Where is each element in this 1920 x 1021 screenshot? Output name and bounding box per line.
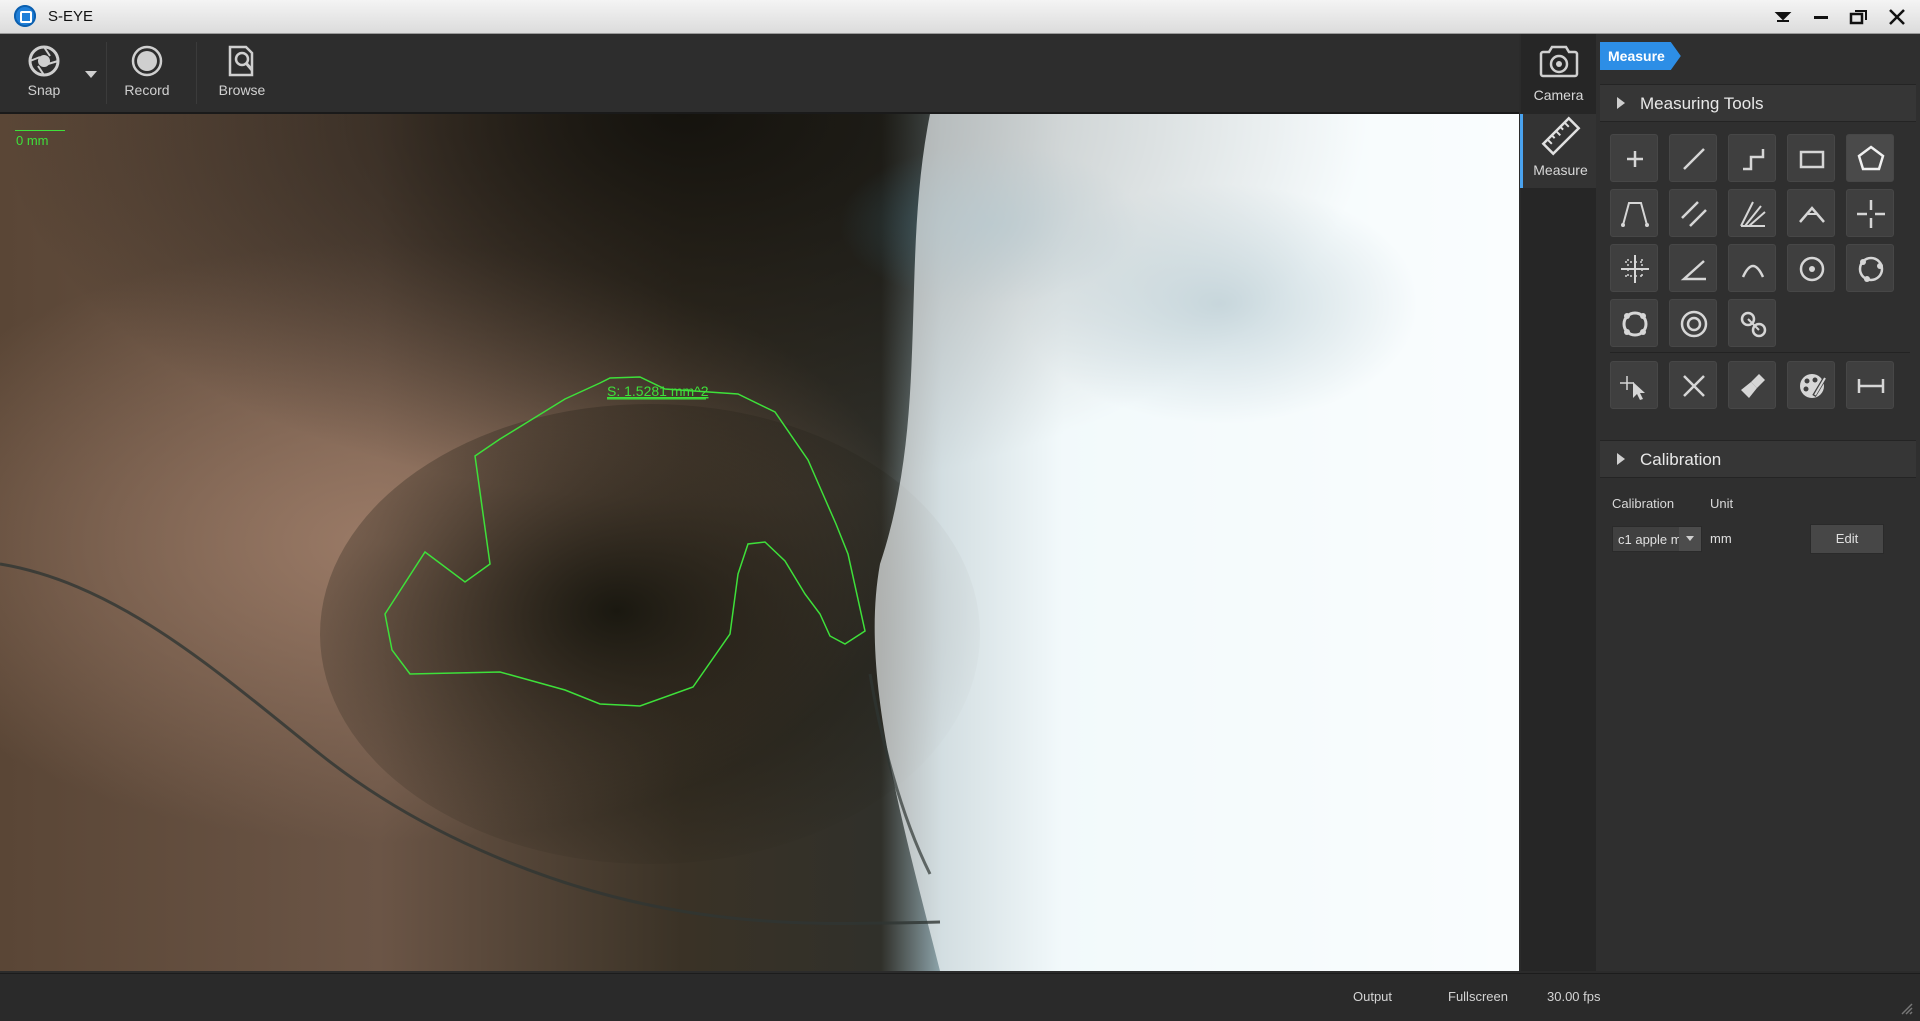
record-button[interactable]: Record bbox=[112, 44, 182, 98]
multi-parallel-tool-icon[interactable] bbox=[1728, 189, 1776, 237]
browse-label: Browse bbox=[218, 82, 266, 98]
title-bar: S-EYE bbox=[0, 0, 1920, 34]
polyline-tool-icon[interactable] bbox=[1728, 134, 1776, 182]
side-tabs: Camera Measure bbox=[1520, 34, 1598, 971]
restore-icon[interactable] bbox=[1842, 4, 1876, 30]
clear-brush-icon[interactable] bbox=[1728, 361, 1776, 409]
select-move-icon[interactable] bbox=[1610, 361, 1658, 409]
measuring-tools-header[interactable]: Measuring Tools bbox=[1600, 84, 1916, 122]
two-circles-distance-tool-icon[interactable] bbox=[1728, 299, 1776, 347]
tools-divider bbox=[1610, 352, 1910, 353]
angle-tool-icon[interactable] bbox=[1669, 244, 1717, 292]
scale-bar-icon[interactable] bbox=[1846, 361, 1894, 409]
scale-bar-line bbox=[15, 130, 65, 131]
color-palette-icon[interactable] bbox=[1787, 361, 1835, 409]
fullscreen-button[interactable]: Fullscreen bbox=[1448, 989, 1508, 1004]
output-button[interactable]: Output bbox=[1353, 989, 1392, 1004]
ruler-icon bbox=[1541, 116, 1580, 156]
close-icon[interactable] bbox=[1880, 4, 1914, 30]
browse-icon bbox=[228, 45, 254, 77]
record-icon bbox=[131, 45, 163, 77]
breadcrumb[interactable]: Measure bbox=[1600, 42, 1681, 70]
arc-tool-icon[interactable] bbox=[1728, 244, 1776, 292]
measure-panel: Measure Measuring Tools Calibration Cali… bbox=[1596, 34, 1920, 971]
tab-measure[interactable]: Measure bbox=[1520, 114, 1598, 188]
grid-crosshair-tool-icon[interactable] bbox=[1610, 244, 1658, 292]
arrow-angle-tool-icon[interactable] bbox=[1787, 189, 1835, 237]
toolbar: Snap Record Browse bbox=[0, 34, 1519, 115]
circle-four-point-tool-icon[interactable] bbox=[1610, 299, 1658, 347]
measuring-tools-title: Measuring Tools bbox=[1640, 94, 1764, 113]
area-measurement-label[interactable]: S: 1.5281 mm^2 bbox=[607, 383, 709, 399]
tab-camera-label: Camera bbox=[1533, 87, 1584, 103]
status-bar: Output Fullscreen 30.00 fps bbox=[0, 973, 1920, 1021]
scale-bar-label: 0 mm bbox=[16, 133, 49, 148]
parallel-lines-tool-icon[interactable] bbox=[1669, 189, 1717, 237]
crosshair-tool-icon[interactable] bbox=[1846, 189, 1894, 237]
browse-button[interactable]: Browse bbox=[207, 44, 277, 98]
circle-center-tool-icon[interactable] bbox=[1787, 244, 1835, 292]
calibration-select[interactable]: c1 apple magn bbox=[1612, 526, 1702, 552]
snap-label: Snap bbox=[27, 82, 61, 98]
microscope-image: 0 mm S: 1.5281 mm^2 bbox=[0, 114, 1519, 971]
app-logo-icon bbox=[14, 5, 36, 27]
unit-value: mm bbox=[1710, 531, 1732, 546]
dropdown-menu-icon[interactable] bbox=[1766, 4, 1800, 30]
fps-readout: 30.00 fps bbox=[1547, 989, 1601, 1004]
triangle-tool-icon[interactable] bbox=[1610, 189, 1658, 237]
app-title: S-EYE bbox=[48, 8, 94, 25]
point-tool-icon[interactable] bbox=[1610, 134, 1658, 182]
calibration-label: Calibration bbox=[1612, 496, 1675, 511]
snap-button[interactable]: Snap bbox=[9, 44, 79, 98]
toolbar-divider bbox=[106, 42, 107, 104]
expand-triangle-icon bbox=[1617, 97, 1625, 109]
shutter-icon bbox=[28, 45, 60, 77]
snap-dropdown-icon[interactable] bbox=[84, 66, 98, 84]
rectangle-tool-icon[interactable] bbox=[1787, 134, 1835, 182]
line-tool-icon[interactable] bbox=[1669, 134, 1717, 182]
camera-icon bbox=[1539, 45, 1578, 78]
record-label: Record bbox=[124, 82, 170, 98]
edit-calibration-button[interactable]: Edit bbox=[1810, 524, 1884, 554]
circle-three-point-tool-icon[interactable] bbox=[1846, 244, 1894, 292]
toolbar-divider bbox=[196, 42, 197, 104]
chevron-down-icon[interactable] bbox=[1679, 527, 1701, 551]
polygon-tool-icon[interactable] bbox=[1846, 134, 1894, 182]
tab-measure-label: Measure bbox=[1533, 162, 1588, 178]
tab-camera[interactable]: Camera bbox=[1521, 39, 1596, 113]
unit-label: Unit bbox=[1710, 496, 1734, 511]
expand-triangle-icon bbox=[1617, 453, 1625, 465]
minimize-icon[interactable] bbox=[1804, 4, 1838, 30]
concentric-circles-tool-icon[interactable] bbox=[1669, 299, 1717, 347]
microscope-image-view[interactable]: 0 mm S: 1.5281 mm^2 bbox=[0, 114, 1519, 971]
calibration-title: Calibration bbox=[1640, 450, 1722, 469]
delete-icon[interactable] bbox=[1669, 361, 1717, 409]
resize-grip-icon[interactable] bbox=[1898, 1000, 1914, 1016]
calibration-header[interactable]: Calibration bbox=[1600, 440, 1916, 478]
